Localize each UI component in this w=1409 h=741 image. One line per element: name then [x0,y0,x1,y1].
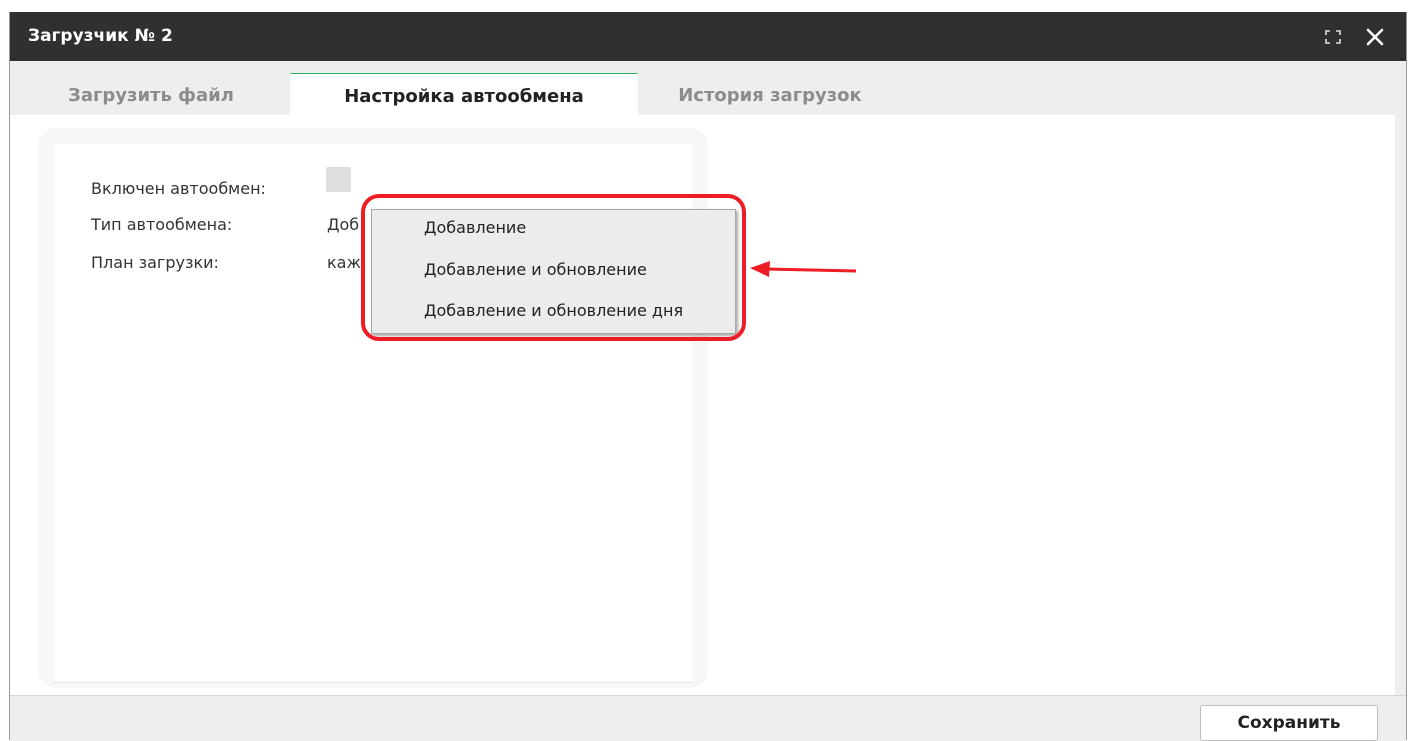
footer-bar: Сохранить [10,695,1406,741]
title-bar[interactable]: Загрузчик № 2 [10,12,1406,61]
schedule-value[interactable]: каж [327,253,361,272]
tab-upload-file[interactable]: Загрузить файл [48,73,254,115]
exchange-type-select[interactable]: Доб [327,215,359,234]
schedule-label: План загрузки: [91,253,219,272]
close-icon[interactable] [1360,12,1390,61]
tab-upload-history[interactable]: История загрузок [650,73,890,115]
loader-window: Загрузчик № 2 Загрузить файл Настройка а… [9,12,1407,741]
save-button[interactable]: Сохранить [1200,705,1378,741]
maximize-icon[interactable] [1320,12,1346,61]
annotation-arrow [750,261,857,277]
autoexchange-enabled-checkbox[interactable] [326,167,351,192]
highlight-frame [361,194,746,341]
tab-bar: Загрузить файл Настройка автообмена Исто… [10,61,1406,116]
tab-autoexchange-settings[interactable]: Настройка автообмена [290,73,638,116]
window-title: Загрузчик № 2 [28,26,173,46]
exchange-type-label: Тип автообмена: [91,215,233,234]
autoexchange-enabled-label: Включен автообмен: [91,179,266,198]
